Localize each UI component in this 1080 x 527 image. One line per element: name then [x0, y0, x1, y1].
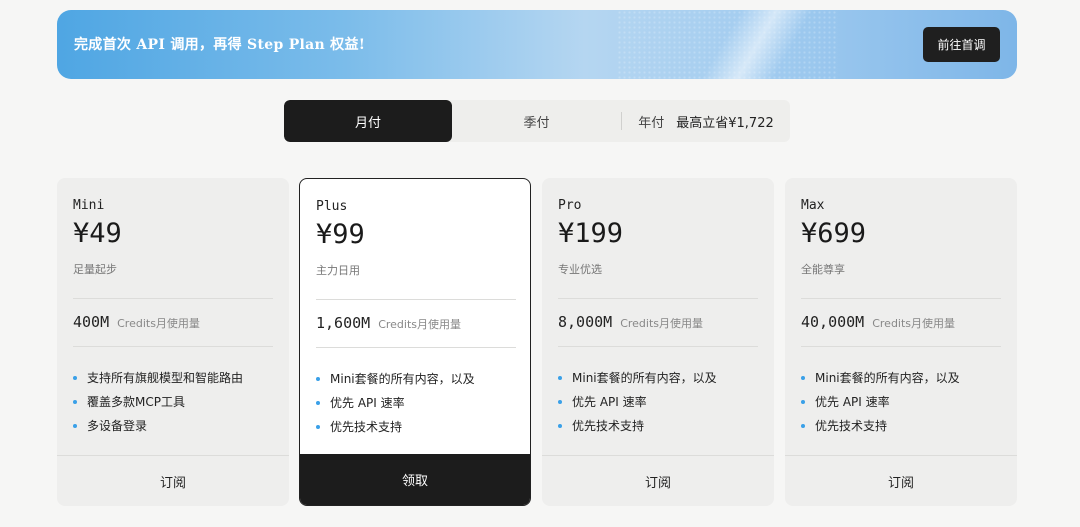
banner-text: 完成首次 API 调用，再得 Step Plan 权益!: [74, 37, 366, 53]
plan-name: Plus: [316, 199, 348, 214]
feature-item: 优先 API 速率: [801, 394, 960, 418]
plan-name: Pro: [558, 198, 582, 213]
plan-tagline: 全能尊享: [801, 263, 845, 276]
feature-item: 优先技术支持: [316, 419, 475, 443]
divider: [558, 298, 758, 299]
feature-item: 覆盖多款MCP工具: [73, 394, 243, 418]
feature-item: Mini套餐的所有内容，以及: [801, 370, 960, 394]
feature-list: Mini套餐的所有内容，以及 优先 API 速率 优先技术支持: [801, 370, 960, 442]
divider: [316, 347, 516, 348]
plan-card-plus: Plus ¥99 主力日用 1,600M Credits月使用量 Mini套餐的…: [299, 178, 531, 506]
plan-price: ¥99: [316, 219, 365, 250]
plan-credits: 40,000M Credits月使用量: [801, 313, 955, 331]
divider: [558, 346, 758, 347]
subscribe-button[interactable]: 订阅: [785, 455, 1017, 506]
tab-quarterly[interactable]: 季付: [452, 100, 621, 142]
credits-label: Credits月使用量: [117, 317, 200, 330]
feature-item: 优先技术支持: [801, 418, 960, 442]
credits-amount: 1,600M: [316, 314, 371, 332]
subscribe-button[interactable]: 订阅: [542, 455, 774, 506]
plan-name: Max: [801, 198, 825, 213]
feature-item: 优先 API 速率: [558, 394, 717, 418]
plan-credits: 400M Credits月使用量: [73, 313, 200, 331]
tab-yearly[interactable]: 年付 最高立省¥1,722: [622, 100, 790, 142]
plan-price: ¥49: [73, 218, 122, 249]
yearly-savings-badge: 最高立省¥1,722: [676, 115, 774, 131]
first-call-button[interactable]: 前往首调: [923, 27, 1000, 62]
divider: [801, 346, 1001, 347]
plan-tagline: 专业优选: [558, 263, 602, 276]
banner-light-streak: [657, 10, 857, 79]
plan-price: ¥199: [558, 218, 624, 249]
plan-credits: 8,000M Credits月使用量: [558, 313, 703, 331]
plan-price: ¥699: [801, 218, 867, 249]
plan-credits: 1,600M Credits月使用量: [316, 314, 461, 332]
feature-item: 多设备登录: [73, 418, 243, 442]
claim-button[interactable]: 领取: [300, 454, 530, 505]
promo-banner: 完成首次 API 调用，再得 Step Plan 权益! 前往首调: [57, 10, 1017, 79]
divider: [801, 298, 1001, 299]
feature-item: 优先 API 速率: [316, 395, 475, 419]
divider: [73, 298, 273, 299]
feature-list: 支持所有旗舰模型和智能路由 覆盖多款MCP工具 多设备登录: [73, 370, 243, 442]
plan-card-max: Max ¥699 全能尊享 40,000M Credits月使用量 Mini套餐…: [785, 178, 1017, 506]
plan-card-pro: Pro ¥199 专业优选 8,000M Credits月使用量 Mini套餐的…: [542, 178, 774, 506]
credits-amount: 40,000M: [801, 313, 865, 331]
billing-period-tabs: 月付 季付 年付 最高立省¥1,722: [284, 100, 790, 142]
divider: [316, 299, 516, 300]
plan-tagline: 主力日用: [316, 264, 360, 277]
subscribe-button[interactable]: 订阅: [57, 455, 289, 506]
divider: [73, 346, 273, 347]
plan-card-mini: Mini ¥49 足量起步 400M Credits月使用量 支持所有旗舰模型和…: [57, 178, 289, 506]
feature-list: Mini套餐的所有内容，以及 优先 API 速率 优先技术支持: [316, 371, 475, 443]
credits-label: Credits月使用量: [620, 317, 703, 330]
plan-tagline: 足量起步: [73, 263, 117, 276]
feature-item: 支持所有旗舰模型和智能路由: [73, 370, 243, 394]
tab-monthly[interactable]: 月付: [284, 100, 452, 142]
credits-label: Credits月使用量: [378, 318, 461, 331]
credits-label: Credits月使用量: [872, 317, 956, 330]
feature-item: 优先技术支持: [558, 418, 717, 442]
feature-item: Mini套餐的所有内容，以及: [558, 370, 717, 394]
feature-item: Mini套餐的所有内容，以及: [316, 371, 475, 395]
tab-yearly-label: 年付: [638, 115, 665, 131]
credits-amount: 400M: [73, 313, 110, 331]
plan-name: Mini: [73, 198, 105, 213]
feature-list: Mini套餐的所有内容，以及 优先 API 速率 优先技术支持: [558, 370, 717, 442]
credits-amount: 8,000M: [558, 313, 613, 331]
